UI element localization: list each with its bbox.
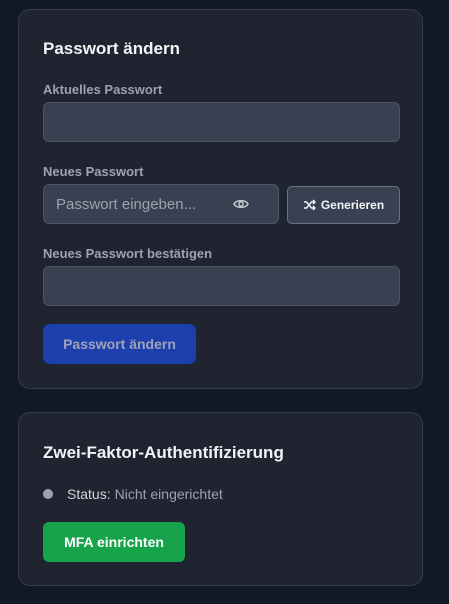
shuffle-icon xyxy=(303,199,316,211)
generate-button-label: Generieren xyxy=(320,198,385,212)
mfa-status-value: Nicht eingerichtet xyxy=(114,486,223,502)
password-card-title: Passwort ändern xyxy=(43,39,180,58)
status-indicator-icon xyxy=(43,489,53,499)
mfa-status-label: Status: xyxy=(67,486,111,502)
mfa-card: Zwei-Faktor-Authentifizierung Status: Ni… xyxy=(18,412,423,586)
generate-password-button[interactable]: Generieren xyxy=(287,186,400,224)
current-password-label: Aktuelles Passwort xyxy=(43,82,163,97)
change-password-button[interactable]: Passwort ändern xyxy=(43,324,196,364)
mfa-status-row: Status: Nicht eingerichtet xyxy=(43,486,223,502)
current-password-field[interactable] xyxy=(43,102,400,142)
password-change-card: Passwort ändern Aktuelles Passwort Neues… xyxy=(18,9,423,389)
confirm-password-field[interactable] xyxy=(43,266,400,306)
new-password-label: Neues Passwort xyxy=(43,164,144,179)
mfa-card-title: Zwei-Faktor-Authentifizierung xyxy=(43,443,284,462)
setup-mfa-button[interactable]: MFA einrichten xyxy=(43,522,185,562)
confirm-password-label: Neues Passwort bestätigen xyxy=(43,246,213,261)
eye-icon[interactable] xyxy=(230,193,252,215)
